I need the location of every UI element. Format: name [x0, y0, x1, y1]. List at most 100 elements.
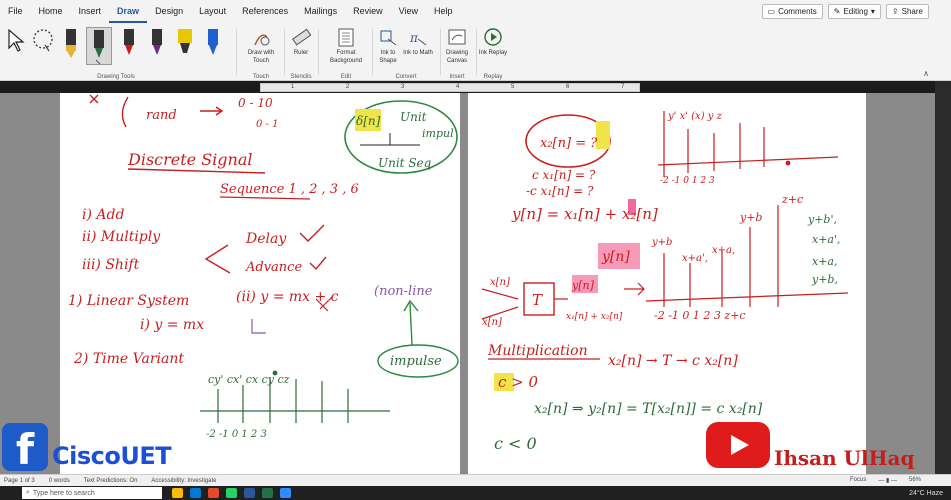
lasso-tool[interactable]	[30, 27, 56, 65]
word-count[interactable]: 0 words	[49, 478, 70, 484]
status-bar: Page 1 of 3 0 words Text Predictions: On…	[0, 474, 951, 486]
ink-text-unit: Unit	[400, 110, 427, 124]
file-explorer-icon[interactable]	[172, 488, 183, 498]
pen-icon	[208, 29, 218, 55]
pen-tool-blue[interactable]	[200, 27, 226, 65]
page-2[interactable]: x₂[n] = ? c x₁[n] = ? -c x₁[n] = ? y[n] …	[468, 93, 866, 474]
tab-layout[interactable]: Layout	[191, 0, 234, 23]
pen-tool-green-selected[interactable]	[86, 27, 112, 65]
group-label: Replay	[483, 74, 503, 80]
comments-label: Comments	[778, 7, 817, 16]
page-1-ink: rand 0 - 10 0 - 1 δ[n] Unit impul Unit S…	[68, 94, 459, 440]
ink-text-ii-eq: (ii) y = mx + c	[236, 289, 339, 305]
ink-stroke	[121, 96, 129, 128]
ruler-number: 4	[456, 84, 460, 90]
ink-text-multiplication: Multiplication	[487, 343, 588, 359]
cursor-arrow-icon	[8, 28, 25, 52]
word-window: File Home Insert Draw Design Layout Refe…	[0, 0, 951, 500]
ink-stroke	[204, 244, 231, 274]
tab-help[interactable]: Help	[426, 0, 461, 23]
share-button[interactable]: ⇪ Share	[885, 4, 929, 19]
ink-stroke	[624, 282, 645, 296]
weather-widget[interactable]: 24°C Haze	[909, 490, 943, 497]
ink-text-right3: x+a,	[812, 255, 837, 268]
select-tool[interactable]	[2, 27, 28, 65]
zoom-level[interactable]: 56%	[909, 477, 921, 484]
group-label: Drawing Tools	[97, 74, 135, 80]
ruler-number: 5	[511, 84, 515, 90]
comments-button[interactable]: ▭ Comments	[761, 4, 823, 19]
tab-mailings[interactable]: Mailings	[296, 0, 345, 23]
ink-text-mult-eq: x₂[n] → T → c x₂[n]	[608, 353, 738, 369]
ink-highlight	[596, 121, 610, 149]
whatsapp-icon[interactable]	[226, 488, 237, 498]
pen-icon	[66, 29, 76, 58]
drawing-canvas-button[interactable]: Drawing Canvas	[438, 27, 476, 65]
draw-with-touch-button[interactable]: Draw with Touch	[242, 27, 280, 65]
ink-text-final-eq: x₂[n] ⇒ y₂[n] = T[x₂[n]] = c x₂[n]	[534, 401, 763, 417]
ink-dot	[785, 160, 791, 166]
tab-references[interactable]: References	[234, 0, 296, 23]
draw-with-touch-label: Draw with Touch	[247, 50, 275, 64]
ink-to-shape-label: Ink to Shape	[379, 50, 397, 64]
tab-review[interactable]: Review	[345, 0, 391, 23]
horizontal-ruler: 1 2 3 4 5 6 7	[260, 83, 640, 92]
page-count[interactable]: Page 1 of 3	[4, 478, 35, 484]
tab-view[interactable]: View	[391, 0, 426, 23]
word-icon[interactable]	[244, 488, 255, 498]
format-background-button[interactable]: Format Background	[327, 27, 365, 65]
ink-check	[299, 224, 325, 242]
edge-icon[interactable]	[190, 488, 201, 498]
collapse-ribbon-icon[interactable]: ∧	[923, 69, 929, 78]
tab-draw[interactable]: Draw	[109, 0, 148, 23]
ink-text-tbox: T	[532, 291, 543, 309]
ink-text-za-small: x+a,	[712, 245, 735, 256]
ink-text-axis: -2 -1 0 1 2 3	[206, 429, 267, 440]
ink-stroke	[200, 106, 224, 116]
tab-insert[interactable]: Insert	[71, 0, 110, 23]
ink-replay-button[interactable]: Ink Replay	[474, 27, 512, 57]
pen-tool-purple[interactable]	[144, 27, 170, 65]
accessibility-status[interactable]: Accessibility: Investigate	[151, 478, 216, 484]
draw-ribbon: Drawing Tools Draw with Touch Touch Rule…	[0, 23, 951, 81]
taskbar-search[interactable]: ⌕ Type here to search	[22, 487, 162, 499]
document-area[interactable]: rand 0 - 10 0 - 1 δ[n] Unit impul Unit S…	[0, 93, 935, 474]
highlighter-tool-yellow[interactable]	[172, 27, 198, 65]
editing-button[interactable]: ✎ Editing ▾	[827, 4, 881, 19]
ink-text-rand: rand	[146, 108, 177, 123]
page-1[interactable]: rand 0 - 10 0 - 1 δ[n] Unit impul Unit S…	[60, 93, 460, 474]
facebook-logo: f	[2, 423, 48, 474]
zoom-slider[interactable]: — ▮ —	[878, 477, 897, 484]
ink-text-mid-axis: -2 -1 0 1 2 3 z+c	[654, 309, 746, 322]
ink-to-math-button[interactable]: π Ink to Math	[402, 27, 434, 57]
tab-home[interactable]: Home	[31, 0, 71, 23]
ink-text-title: Discrete Signal	[127, 150, 253, 169]
ink-text-mcx1: -c x₁[n] = ?	[526, 184, 594, 198]
ink-to-shape-button[interactable]: Ink to Shape	[372, 27, 404, 65]
ink-stroke	[645, 292, 849, 302]
excel-icon[interactable]	[262, 488, 273, 498]
tab-file[interactable]: File	[0, 0, 31, 23]
ink-text-yn-sum: y[n] = x₁[n] + x₂[n]	[511, 205, 658, 223]
text-predictions[interactable]: Text Predictions: On	[84, 478, 138, 484]
left-brand-watermark: CiscoUET	[52, 442, 172, 470]
pen-tool-red[interactable]	[116, 27, 142, 65]
ruler-button[interactable]: Ruler	[282, 27, 320, 57]
vertical-scrollbar[interactable]	[935, 81, 951, 474]
youtube-logo	[706, 422, 770, 468]
ink-text-sequence: Sequence 1 , 2 , 3 , 6	[220, 182, 359, 197]
chrome-icon[interactable]	[208, 488, 219, 498]
zoom-app-icon[interactable]	[280, 488, 291, 498]
pen-icon	[94, 30, 104, 64]
ink-stroke	[481, 288, 519, 320]
focus-button[interactable]: Focus	[850, 477, 866, 484]
tab-design[interactable]: Design	[147, 0, 191, 23]
pen-tool-orange-1[interactable]	[58, 27, 84, 65]
ink-check	[309, 256, 327, 271]
ink-text-delay: Delay	[245, 231, 287, 247]
pencil-icon: ✎	[833, 7, 841, 16]
right-brand-watermark: Ihsan UlHaq	[774, 446, 915, 470]
replay-group: Ink Replay Replay	[476, 23, 510, 81]
ink-text-advance: Advance	[245, 260, 302, 275]
format-background-icon	[338, 28, 354, 47]
